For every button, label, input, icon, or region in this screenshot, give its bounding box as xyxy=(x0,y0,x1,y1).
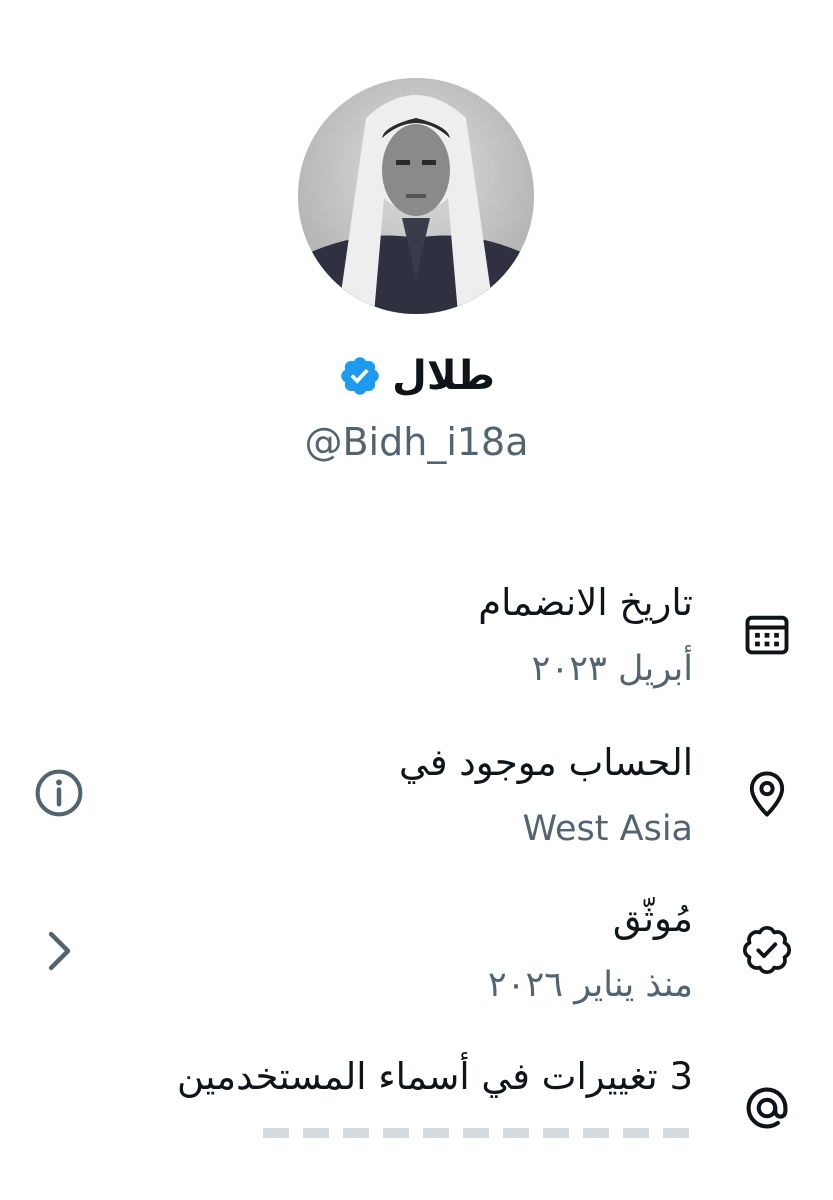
truncated-subtitle xyxy=(263,1120,693,1144)
verified-title: مُوثّق xyxy=(612,897,693,940)
location-pin-icon xyxy=(741,768,793,820)
joined-title: تاريخ الانضمام xyxy=(478,581,693,624)
verified-value: منذ يناير ٢٠٢٦ xyxy=(487,965,693,1005)
info-icon[interactable] xyxy=(32,766,86,820)
username-handle: @Bidh_i18a xyxy=(304,420,529,464)
chevron-right-icon[interactable] xyxy=(32,924,86,978)
location-title: الحساب موجود في xyxy=(399,741,693,784)
profile-about-page: طلال @Bidh_i18a تاريخ الانضمام أبريل ٢٠٢… xyxy=(0,0,833,1200)
location-value: West Asia xyxy=(522,809,693,849)
avatar[interactable] xyxy=(298,78,534,314)
name-row: طلال xyxy=(0,354,833,398)
at-sign-icon xyxy=(741,1082,793,1134)
truncated-text-placeholder xyxy=(263,1128,693,1138)
verified-outline-icon xyxy=(741,924,793,976)
joined-value: أبريل ٢٠٢٣ xyxy=(531,649,693,689)
username-changes-title: 3 تغييرات في أسماء المستخدمين xyxy=(176,1055,693,1098)
avatar-image xyxy=(298,78,534,314)
verified-badge-icon[interactable] xyxy=(338,354,382,398)
calendar-icon xyxy=(741,608,793,660)
display-name: طلال xyxy=(392,353,495,399)
